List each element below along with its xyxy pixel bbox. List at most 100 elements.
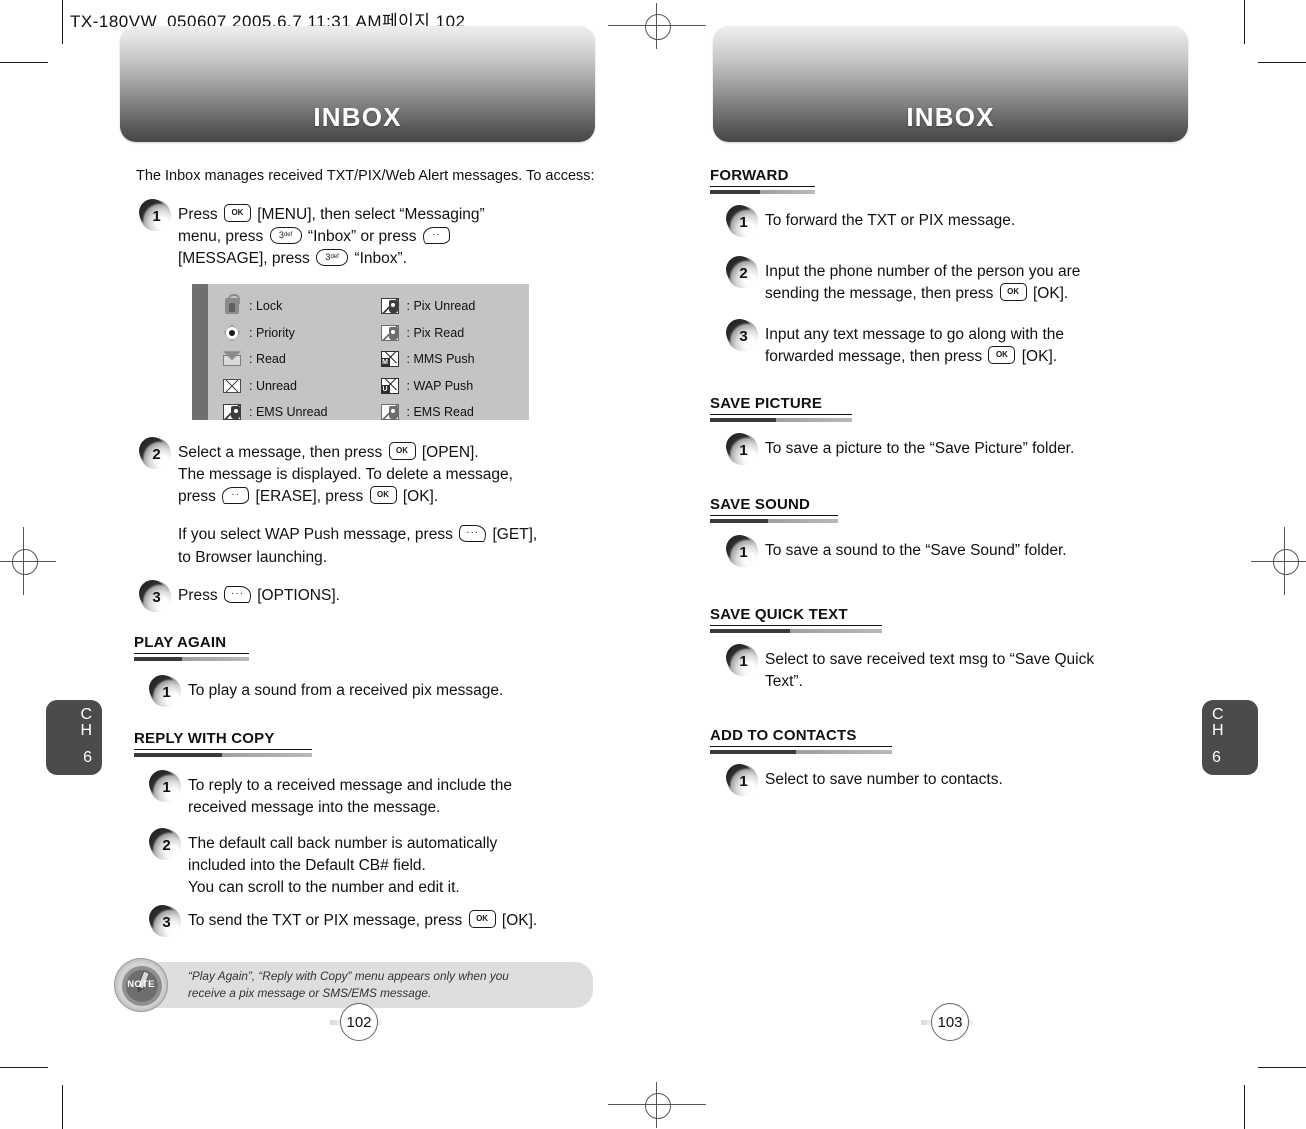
step-number: 2 <box>739 264 748 282</box>
legend-label: : EMS Unread <box>249 405 328 420</box>
ok-key-icon: OK <box>369 486 397 505</box>
priority-icon <box>222 323 242 342</box>
page-number-right: 103 <box>921 1003 973 1045</box>
chapter-tab-right: C H 6 <box>1202 700 1258 775</box>
section-heading: ADD TO CONTACTS <box>710 727 857 744</box>
legend-label: : MMS Push <box>406 352 475 367</box>
step-number: 1 <box>739 772 748 790</box>
left-softkey-icon: ·· <box>422 227 450 245</box>
section-rule <box>710 629 882 633</box>
step-number: 2 <box>162 836 171 854</box>
section-save-picture: SAVE PICTURE <box>710 395 852 422</box>
section-rule <box>134 753 312 757</box>
read-icon <box>222 350 242 368</box>
note-box: NOTE “Play Again”, “Reply with Copy” men… <box>114 958 593 1012</box>
legend-label: : Priority <box>249 325 295 340</box>
page-number-value: 102 <box>340 1003 378 1041</box>
step-bullet: 1 <box>726 535 758 567</box>
inbox-intro-text: The Inbox manages received TXT/PIX/Web A… <box>136 168 595 184</box>
step-text-line: The default call back number is automati… <box>188 835 498 852</box>
section-thin-rule <box>710 515 838 516</box>
section-save-sound: SAVE SOUND <box>710 496 838 523</box>
chapter-number: 6 <box>83 749 92 766</box>
step-row: 1 Select to save received text msg to “S… <box>726 644 1197 693</box>
step-bullet: 1 <box>726 205 758 237</box>
step-text-fragment: [GET], <box>492 526 538 544</box>
section-heading: SAVE QUICK TEXT <box>710 606 848 623</box>
section-thin-rule <box>710 746 892 747</box>
step-text: To play a sound from a received pix mess… <box>188 680 503 702</box>
page-number-left: 102 <box>330 1003 382 1045</box>
chapter-number: 6 <box>1212 749 1221 766</box>
left-softkey-icon: ·· <box>222 487 250 505</box>
step-text-line: To save a picture to the “Save Picture” … <box>765 440 1075 457</box>
step-text-line: To forward the TXT or PIX message. <box>765 212 1016 229</box>
step-bullet: 1 <box>139 199 171 231</box>
step-text-fragment: Select a message, then press <box>178 444 383 461</box>
step-text-fragment: [ERASE], press <box>255 488 364 506</box>
legend-label: : Pix Unread <box>406 299 476 314</box>
pix-unread-icon <box>380 297 400 315</box>
section-thin-rule <box>134 749 312 750</box>
section-rule <box>710 418 852 422</box>
section-thin-rule <box>710 625 882 626</box>
step-text-line: Input any text message to go along with … <box>765 326 1064 343</box>
crop-mark-tr-h <box>1258 62 1306 63</box>
step-text-line: Input the phone number of the person you… <box>765 263 1081 280</box>
step-text-line: Text”. <box>765 673 803 691</box>
step-text: Select to save number to contacts. <box>765 769 1003 791</box>
step-text-fragment: To send the TXT or PIX message, press <box>188 912 463 929</box>
step-bullet: 1 <box>149 770 181 802</box>
step-number: 3 <box>739 327 748 345</box>
lock-icon <box>222 294 242 315</box>
section-thin-rule <box>710 414 852 415</box>
step-number: 1 <box>739 441 748 459</box>
step-number: 1 <box>739 543 748 561</box>
step-row: 1 To reply to a received message and inc… <box>149 770 590 819</box>
section-heading: FORWARD <box>710 167 789 184</box>
chapter-tab-ch: C H <box>1212 707 1224 739</box>
step-text-fragment: Press <box>178 587 218 604</box>
step-text-line: You can scroll to the number and edit it… <box>188 879 460 897</box>
crop-mark-br-h <box>1258 1067 1306 1068</box>
step-text: To reply to a received message and inclu… <box>188 775 512 819</box>
ok-key-icon: OK <box>223 204 251 222</box>
right-softkey-icon: ··· <box>459 525 487 543</box>
section-heading: SAVE PICTURE <box>710 395 823 412</box>
step-bullet: 3 <box>139 580 171 612</box>
legend-item: : Pix Unread <box>380 293 520 320</box>
step-text-fragment: “Inbox” or press <box>307 228 417 246</box>
step-row: 3 Input any text message to go along wit… <box>726 319 1197 368</box>
step-text: Press ··· [OPTIONS]. <box>178 585 340 607</box>
step-text-fragment: [OK]. <box>501 912 538 929</box>
step-text: Select to save received text msg to “Sav… <box>765 649 1094 693</box>
step-row: 1 To save a picture to the “Save Picture… <box>726 433 1197 465</box>
step-row: 1 To forward the TXT or PIX message. <box>726 205 1187 237</box>
legend-label: : Read <box>249 352 286 367</box>
legend-item: : Unread <box>222 373 362 400</box>
chapter-letter-c: C <box>1212 706 1224 723</box>
legend-label: : Pix Read <box>406 325 465 340</box>
step-text-line: To save a sound to the “Save Sound” fold… <box>765 542 1067 559</box>
step-text-fragment: menu, press <box>178 228 264 246</box>
ok-key-icon: OK <box>999 283 1027 302</box>
step-text-fragment: [MENU], then select “Messaging” <box>257 206 485 223</box>
step-text-line: To reply to a received message and inclu… <box>188 777 512 794</box>
chapter-tab-left: C H 6 <box>46 700 102 775</box>
legend-left-edge <box>192 284 208 420</box>
step-number: 1 <box>739 213 748 231</box>
right-page: INBOX FORWARD 1 To forward the TXT or PI… <box>665 0 1265 1129</box>
note-text: “Play Again”, “Reply with Copy” menu app… <box>136 960 525 1010</box>
step-row: 1 To save a sound to the “Save Sound” fo… <box>726 535 1197 567</box>
right-banner-title: INBOX <box>906 102 995 132</box>
step-text-line: Select to save number to contacts. <box>765 771 1003 788</box>
right-page-banner: INBOX <box>713 26 1188 142</box>
step-number: 1 <box>152 207 161 225</box>
section-rule <box>710 750 892 754</box>
section-add-to-contacts: ADD TO CONTACTS <box>710 727 892 754</box>
section-thin-rule <box>134 653 249 654</box>
chapter-tab-ch: C H <box>80 707 92 739</box>
chapter-letter-h: H <box>1212 722 1224 739</box>
step-bullet: 2 <box>149 828 181 860</box>
right-softkey-icon: ··· <box>223 586 251 603</box>
